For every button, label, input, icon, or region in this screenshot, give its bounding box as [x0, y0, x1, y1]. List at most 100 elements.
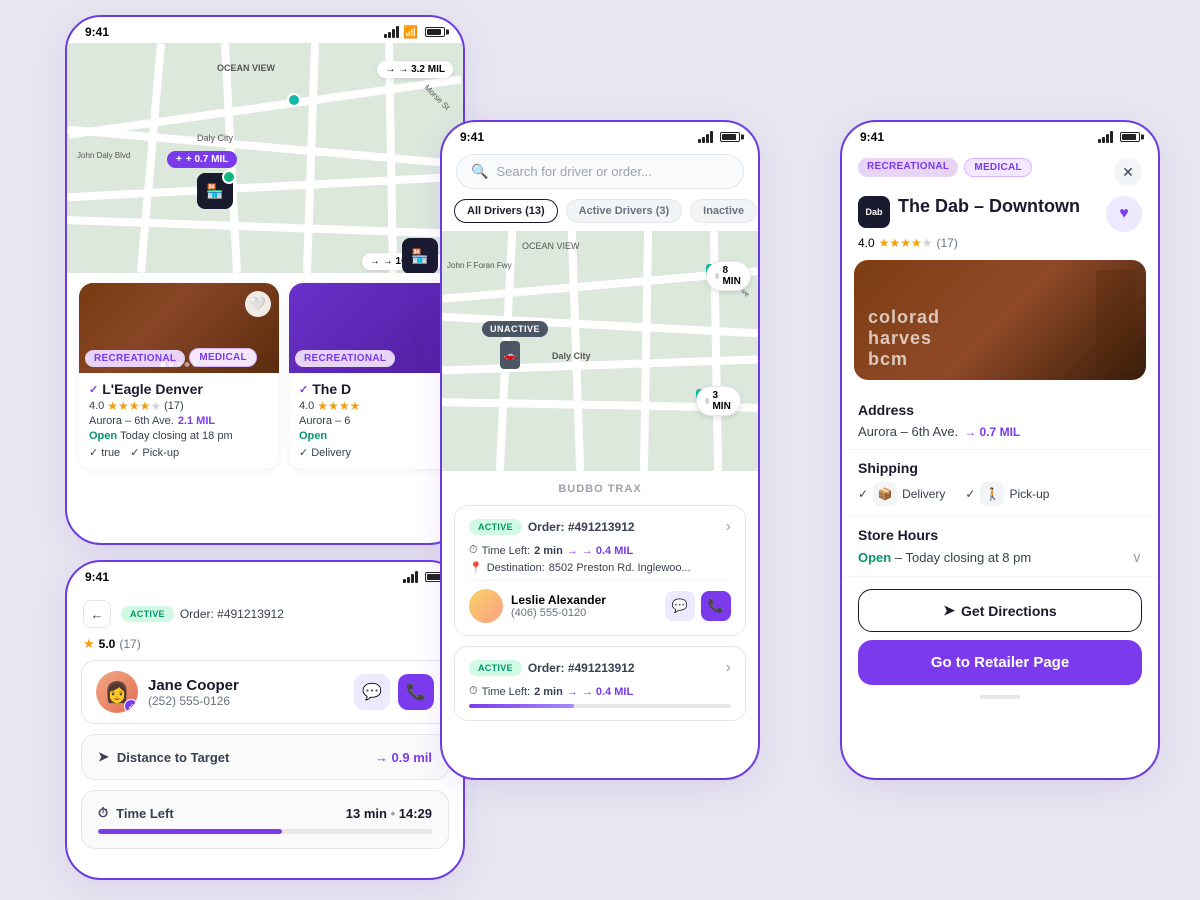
status-bar-2: 9:41 [67, 562, 463, 588]
teal-pin-1 [287, 93, 301, 107]
card-delivery-2: ✓Delivery [299, 446, 463, 459]
call-btn-1[interactable]: 📞 [701, 591, 731, 621]
close-button[interactable]: ✕ [1114, 158, 1142, 186]
time-progress-bar [98, 829, 432, 834]
order-status-row-2: ACTIVE Order: #491213912 [469, 660, 635, 676]
order-card-2[interactable]: ACTIVE Order: #491213912 › ⏱ Time Left: … [454, 646, 746, 721]
distance-label: ➤ Distance to Target [98, 749, 229, 765]
driver-name: Jane Cooper [148, 677, 239, 694]
store-hours-row: Open – Today closing at 8 pm ∨ [858, 549, 1142, 566]
rating-stars: ★★★★★ [879, 236, 933, 250]
status-icons-1: 📶 [384, 25, 445, 39]
driver-avatar-1 [469, 589, 503, 623]
order-id-2: Order: #491213912 [528, 661, 635, 675]
order-card-1[interactable]: ACTIVE Order: #491213912 › ⏱ Time Left: … [454, 505, 746, 636]
directions-button[interactable]: ➤ Get Directions [858, 589, 1142, 632]
car-1: 8 MIN 🚗 [706, 261, 728, 278]
driver-name-section: Jane Cooper (252) 555-0126 [148, 677, 239, 708]
distance-badge-32: →→ 3.2 MIL [377, 61, 453, 78]
map-road-1: John Daly Blvd [77, 151, 130, 160]
address-section: Address Aurora – 6th Ave. → 0.7 MIL [842, 392, 1158, 450]
heart-btn-1[interactable]: 🤍 [245, 291, 271, 317]
check-pickup: ✓ [965, 487, 975, 501]
message-button[interactable]: 💬 [354, 674, 390, 710]
battery-icon [425, 27, 445, 37]
driver-header: ← ACTIVE Order: #491213912 [67, 588, 463, 636]
search-placeholder: Search for driver or order... [496, 164, 651, 179]
retailer-page-button[interactable]: Go to Retailer Page [858, 640, 1142, 685]
order-status-badge-1: ACTIVE [469, 519, 522, 535]
time-badge-3min: 3 MIN [696, 386, 741, 416]
map-city-3: Daly City [552, 351, 591, 361]
bottom-indicator [842, 685, 1158, 709]
shipping-section: Shipping ✓ 📦 Delivery ✓ 🚶 Pick-up [842, 450, 1158, 517]
clock-icon-1: ⏱ [469, 544, 478, 557]
phone-driver-detail: 9:41 ← ACTIVE Order: #491213912 ★ 5.0 (1… [65, 560, 465, 880]
card-open-1: Open Today closing at 18 pm [89, 430, 269, 442]
status-bar-4: 9:41 [842, 122, 1158, 148]
clock-icon-2: ⏱ [469, 685, 478, 698]
location-icon-1: 📍 [469, 561, 483, 574]
order-status-row-1: ACTIVE Order: #491213912 [469, 519, 635, 535]
time-values: 13 min • 14:29 [346, 806, 432, 821]
battery-icon-4 [1120, 132, 1140, 142]
delivery-option: ✓ 📦 Delivery [858, 482, 945, 506]
car-2: 3 MIN 🚗 [696, 386, 718, 403]
driver-action-btns-1: 💬 📞 [665, 591, 731, 621]
card-body-1: ✓ L'Eagle Denver 4.0 ★★★★★ (17) Aurora –… [79, 373, 279, 469]
chevron-right-2: › [726, 659, 731, 677]
driver-phone: (252) 555-0126 [148, 694, 239, 708]
tab-active-drivers[interactable]: Active Drivers (3) [566, 199, 683, 223]
distance-value: → 0.9 mil [375, 750, 432, 765]
card-delivery-1: ✓true ✓Pick-up [89, 446, 269, 459]
tag-recreational-2: RECREATIONAL [295, 350, 395, 367]
tab-all-drivers[interactable]: All Drivers (13) [454, 199, 558, 223]
chevron-down-icon[interactable]: ∨ [1132, 549, 1142, 566]
dispensary-cards-row: RECREATIONAL MEDICAL 🤍 ✓ L'Eagle Denver [67, 273, 463, 479]
tag-medical-detail: MEDICAL [964, 158, 1032, 177]
filter-tabs: All Drivers (13) Active Drivers (3) Inac… [442, 199, 758, 223]
time-progress-fill [98, 829, 282, 834]
signal-icon [384, 26, 399, 38]
order-progress-bar-2 [469, 704, 731, 708]
card-rating-2: 4.0 ★★★★ [299, 399, 463, 413]
pickup-icon: 🚶 [980, 482, 1004, 506]
card-address-1: Aurora – 6th Ave. 2.1 MIL [89, 415, 269, 427]
time-badge-8min: 8 MIN [706, 261, 751, 291]
dispensary-card-2[interactable]: RECREATIONAL ✓ The D 4.0 ★★★★ Aurora – 6… [289, 283, 463, 469]
time-card: ⏱ Time Left 13 min • 14:29 [81, 790, 449, 849]
signal-icon-2 [403, 571, 418, 583]
card-open-2: Open [299, 430, 463, 442]
tag-medical-1: MEDICAL [189, 348, 257, 367]
card-img-1: RECREATIONAL MEDICAL 🤍 [79, 283, 279, 373]
msg-btn-1[interactable]: 💬 [665, 591, 695, 621]
detail-rating: 4.0 ★★★★★ (17) [842, 236, 1158, 260]
favorite-button[interactable]: ♥ [1106, 196, 1142, 232]
store-hours-section: Store Hours Open – Today closing at 8 pm… [842, 517, 1158, 577]
clock-icon: ⏱ [98, 805, 108, 821]
card-name-1: ✓ L'Eagle Denver [89, 381, 269, 397]
tab-inactive-drivers[interactable]: Inactive [690, 199, 757, 223]
back-button[interactable]: ← [83, 600, 111, 628]
search-bar[interactable]: 🔍 Search for driver or order... [456, 154, 744, 189]
map-marker-2: 🏪 [402, 238, 438, 273]
time-4: 9:41 [860, 130, 884, 144]
detail-header: RECREATIONAL MEDICAL ✕ [842, 148, 1158, 186]
store-logo: Dab [858, 196, 890, 228]
driver-rating-row: ★ 5.0 (17) [67, 636, 463, 660]
store-image-text: coloradharvesbcm [868, 307, 940, 370]
map-ocean-label-1: OCEAN VIEW [217, 63, 275, 73]
wifi-icon: 📶 [403, 25, 418, 39]
order-id-1: Order: #491213912 [528, 520, 635, 534]
status-bar-1: 9:41 📶 [67, 17, 463, 43]
dispensary-card-1[interactable]: RECREATIONAL MEDICAL 🤍 ✓ L'Eagle Denver [79, 283, 279, 469]
map-city-label-1: Daly City [197, 133, 233, 143]
verified-badge: ✓ [124, 699, 138, 713]
time-3: 9:41 [460, 130, 484, 144]
order-time-2: ⏱ Time Left: 2 min → → 0.4 MIL [469, 685, 731, 698]
driver-profile-card: 👩 ✓ Jane Cooper (252) 555-0126 💬 📞 [81, 660, 449, 724]
tracking-map: OCEAN VIEW Daly City John F Foran Fwy Hu… [442, 231, 758, 471]
call-button[interactable]: 📞 [398, 674, 434, 710]
phone-map-cards: 9:41 📶 Daly City OCEAN VIEW [65, 15, 465, 545]
action-buttons: 💬 📞 [354, 674, 434, 710]
